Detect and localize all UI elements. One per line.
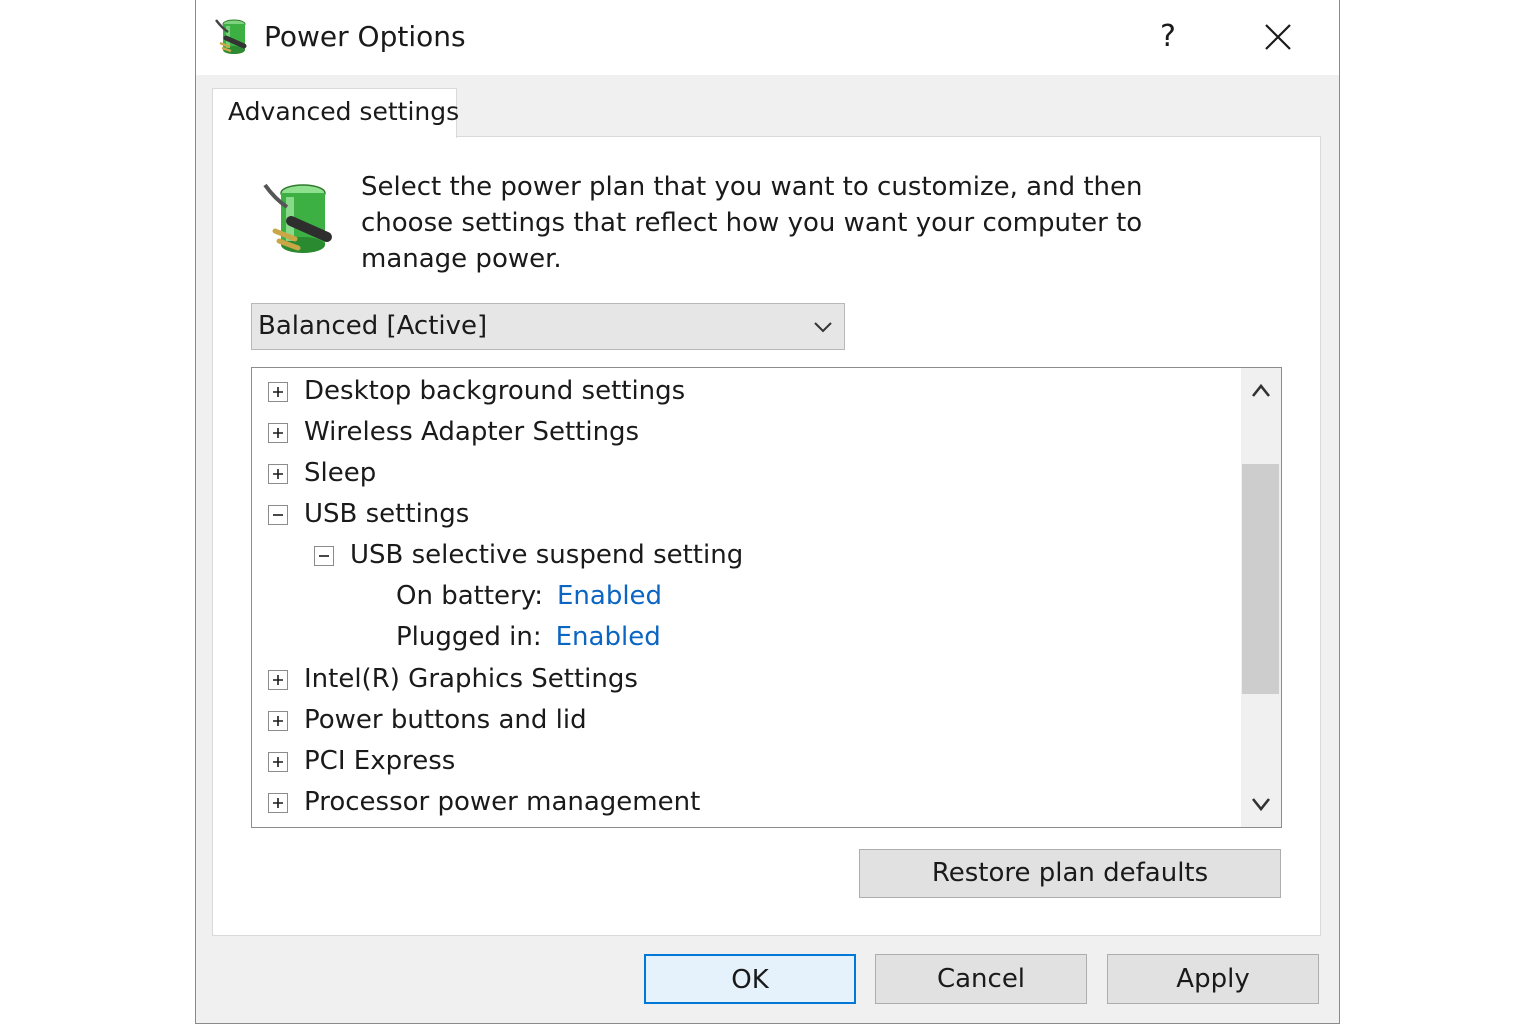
advanced-settings-panel: Select the power plan that you want to c… — [212, 136, 1321, 936]
tree-item-on-battery: On battery: Enabled — [396, 576, 662, 617]
collapse-minus-icon[interactable] — [268, 505, 288, 525]
tab-advanced-settings[interactable]: Advanced settings — [212, 88, 459, 138]
tree-item-label: PCI Express — [304, 746, 456, 776]
tree-item-label: Wireless Adapter Settings — [304, 417, 640, 447]
tree-item-plugged-in: Plugged in: Enabled — [396, 617, 661, 658]
setting-label: On battery: — [396, 581, 543, 611]
tree-scrollbar[interactable] — [1241, 368, 1281, 827]
tree-item-label: Intel(R) Graphics Settings — [304, 664, 638, 694]
chevron-up-icon[interactable] — [1241, 368, 1281, 414]
apply-button[interactable]: Apply — [1107, 954, 1319, 1004]
close-icon[interactable] — [1256, 18, 1300, 58]
expand-plus-icon[interactable] — [268, 464, 288, 484]
expand-plus-icon[interactable] — [268, 670, 288, 690]
window-title: Power Options — [264, 20, 466, 53]
expand-plus-icon[interactable] — [268, 752, 288, 772]
power-options-dialog: Power Options ? Advanced settings Select… — [195, 0, 1340, 1024]
power-plan-dropdown[interactable]: Balanced [Active] — [251, 303, 845, 350]
expand-plus-icon[interactable] — [268, 382, 288, 402]
tree-item-label: Processor power management — [304, 787, 701, 817]
chevron-down-icon[interactable] — [1241, 781, 1281, 827]
restore-plan-defaults-button[interactable]: Restore plan defaults — [859, 849, 1281, 898]
title-bar: Power Options ? — [196, 0, 1339, 75]
tree-item-label: Desktop background settings — [304, 376, 686, 406]
power-plug-battery-icon — [263, 183, 332, 253]
expand-plus-icon[interactable] — [268, 423, 288, 443]
expand-plus-icon[interactable] — [268, 711, 288, 731]
tree-item-label: USB selective suspend setting — [350, 540, 744, 570]
chevron-down-icon — [814, 322, 832, 333]
tree-item-label: USB settings — [304, 499, 470, 529]
tree-item-label: Sleep — [304, 458, 377, 488]
on-battery-value-link[interactable]: Enabled — [557, 581, 662, 611]
cancel-button[interactable]: Cancel — [875, 954, 1087, 1004]
collapse-minus-icon[interactable] — [314, 546, 334, 566]
power-plan-value: Balanced [Active] — [258, 311, 488, 341]
settings-tree[interactable]: Desktop background settings Wireless Ada… — [251, 367, 1282, 828]
plugged-in-value-link[interactable]: Enabled — [556, 622, 661, 652]
setting-label: Plugged in: — [396, 622, 542, 652]
tree-item-label: Power buttons and lid — [304, 705, 587, 735]
scrollbar-thumb[interactable] — [1242, 464, 1279, 694]
instruction-text: Select the power plan that you want to c… — [361, 172, 1143, 274]
expand-plus-icon[interactable] — [268, 793, 288, 813]
help-button[interactable]: ? — [1146, 14, 1190, 60]
power-plug-battery-icon — [215, 19, 247, 54]
ok-button[interactable]: OK — [644, 954, 856, 1004]
